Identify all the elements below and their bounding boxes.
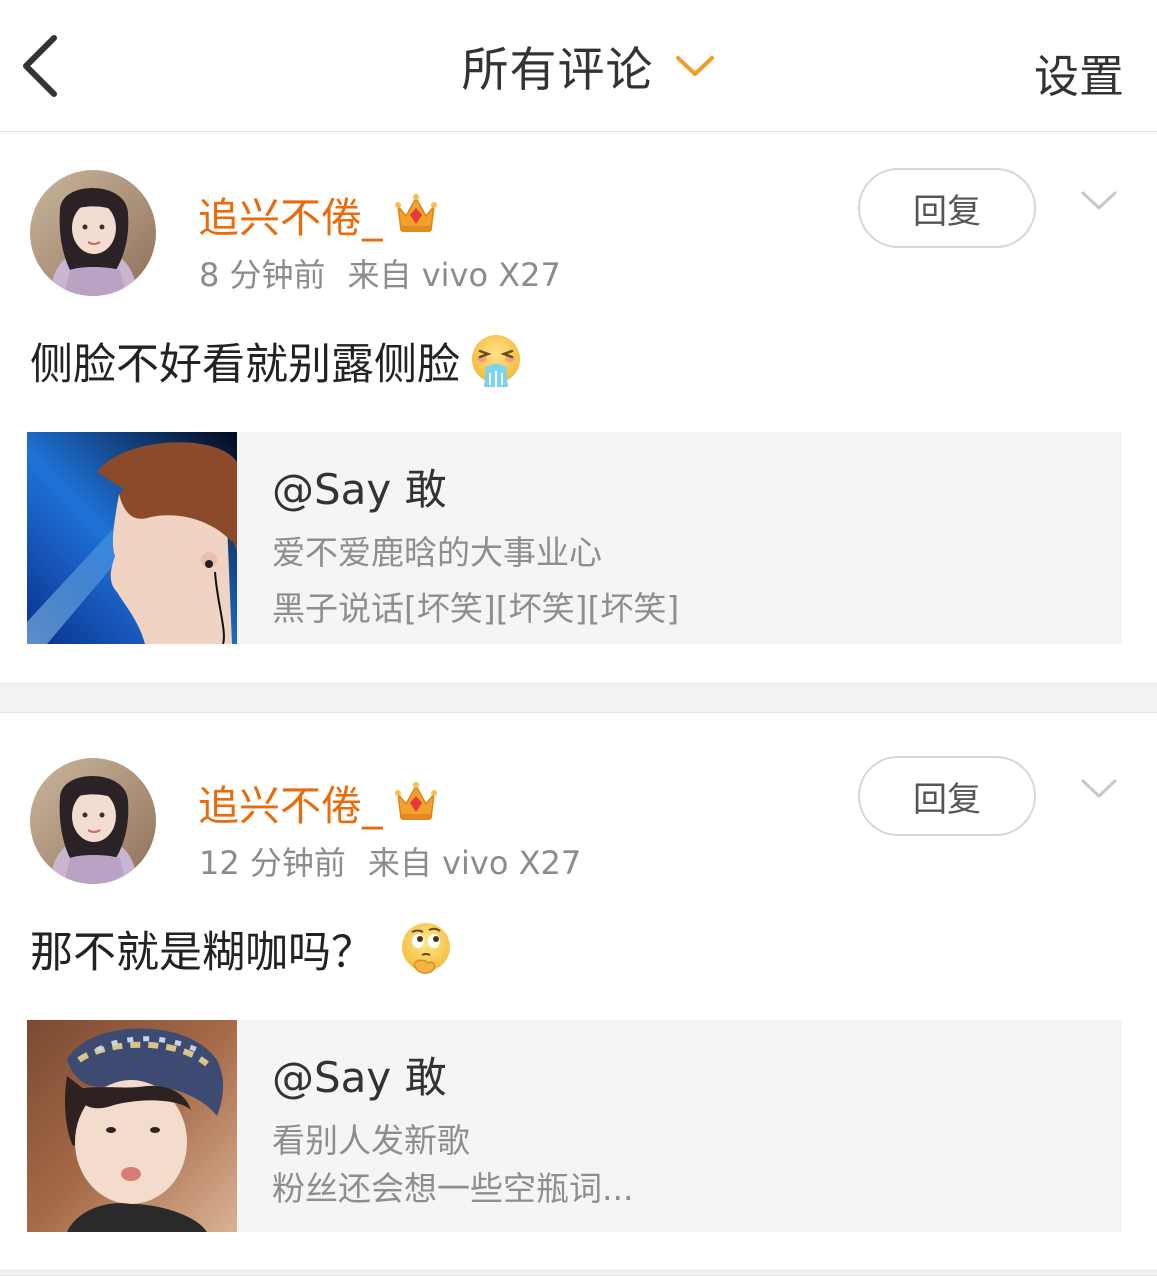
chevron-down-icon	[675, 55, 714, 76]
crown-icon	[394, 194, 437, 232]
comment-text: 那不就是糊咖吗？	[30, 928, 374, 978]
settings-button[interactable]: 设置	[1034, 40, 1124, 105]
username-row: 追兴不倦_	[198, 772, 439, 832]
comment-meta: 8 分钟前 来自 vivo X27	[199, 250, 561, 296]
crown-icon	[394, 782, 437, 820]
back-arrow-icon	[23, 35, 57, 97]
username[interactable]: 追兴不倦_	[198, 772, 383, 832]
comment-time: 12 分钟前	[199, 844, 346, 882]
reply-button[interactable]: 回复	[858, 756, 1036, 836]
comment-time: 8 分钟前	[199, 256, 326, 294]
comment-item: 追兴不倦_ 12 分钟前 来自 vivo X27 回复 那不就是糊咖吗？ @Sa…	[0, 720, 1157, 1276]
comment-source: 来自 vivo X27	[347, 256, 561, 294]
quoted-post-author: @Say 敢	[272, 465, 447, 514]
username-row: 追兴不倦_	[198, 184, 439, 244]
avatar-image	[30, 170, 156, 296]
quoted-post-author: @Say 敢	[272, 1053, 447, 1102]
vomit-emoji-icon	[472, 335, 520, 387]
avatar-image	[30, 758, 156, 884]
quoted-post[interactable]: @Say 敢 看别人发新歌 粉丝还会想一些空瓶词...	[27, 1020, 1122, 1232]
comment-filter-dropdown[interactable]: 所有评论	[442, 31, 716, 100]
comment-source: 来自 vivo X27	[367, 844, 582, 882]
comment-body: 那不就是糊咖吗？	[30, 918, 454, 980]
chevron-down-icon[interactable]	[1080, 188, 1118, 214]
page-title: 所有评论	[461, 43, 654, 98]
avatar[interactable]	[30, 170, 156, 296]
quoted-post-thumbnail	[27, 432, 237, 644]
quoted-post-thumbnail	[27, 1020, 237, 1232]
quoted-post-line: 爱不爱鹿晗的大事业心	[272, 533, 602, 572]
section-divider	[0, 1270, 1157, 1276]
top-nav-bar: 所有评论 设置	[0, 0, 1157, 132]
section-divider	[0, 683, 1157, 713]
back-button[interactable]	[14, 30, 74, 100]
comment-item: 追兴不倦_ 8 分钟前 来自 vivo X27 回复 侧脸不好看就别露侧脸 @S…	[0, 132, 1157, 682]
comments-page: 所有评论 设置 追兴不倦_ 8 分钟前 来自 vivo X27 回复 侧脸不好看…	[0, 0, 1157, 1276]
comment-body: 侧脸不好看就别露侧脸	[30, 330, 524, 392]
quoted-post[interactable]: @Say 敢 爱不爱鹿晗的大事业心 黑子说话[坏笑][坏笑][坏笑]	[27, 432, 1122, 644]
quoted-post-line: 粉丝还会想一些空瓶词...	[272, 1169, 634, 1208]
reply-button[interactable]: 回复	[858, 168, 1036, 248]
quoted-post-line: 黑子说话[坏笑][坏笑][坏笑]	[272, 589, 680, 628]
quoted-post-line: 看别人发新歌	[272, 1121, 470, 1160]
username[interactable]: 追兴不倦_	[198, 184, 383, 244]
chevron-down-icon[interactable]	[1080, 776, 1118, 802]
thinking-emoji-icon	[402, 923, 450, 974]
comment-text: 侧脸不好看就别露侧脸	[30, 340, 460, 390]
comment-meta: 12 分钟前 来自 vivo X27	[199, 838, 581, 884]
avatar[interactable]	[30, 758, 156, 884]
